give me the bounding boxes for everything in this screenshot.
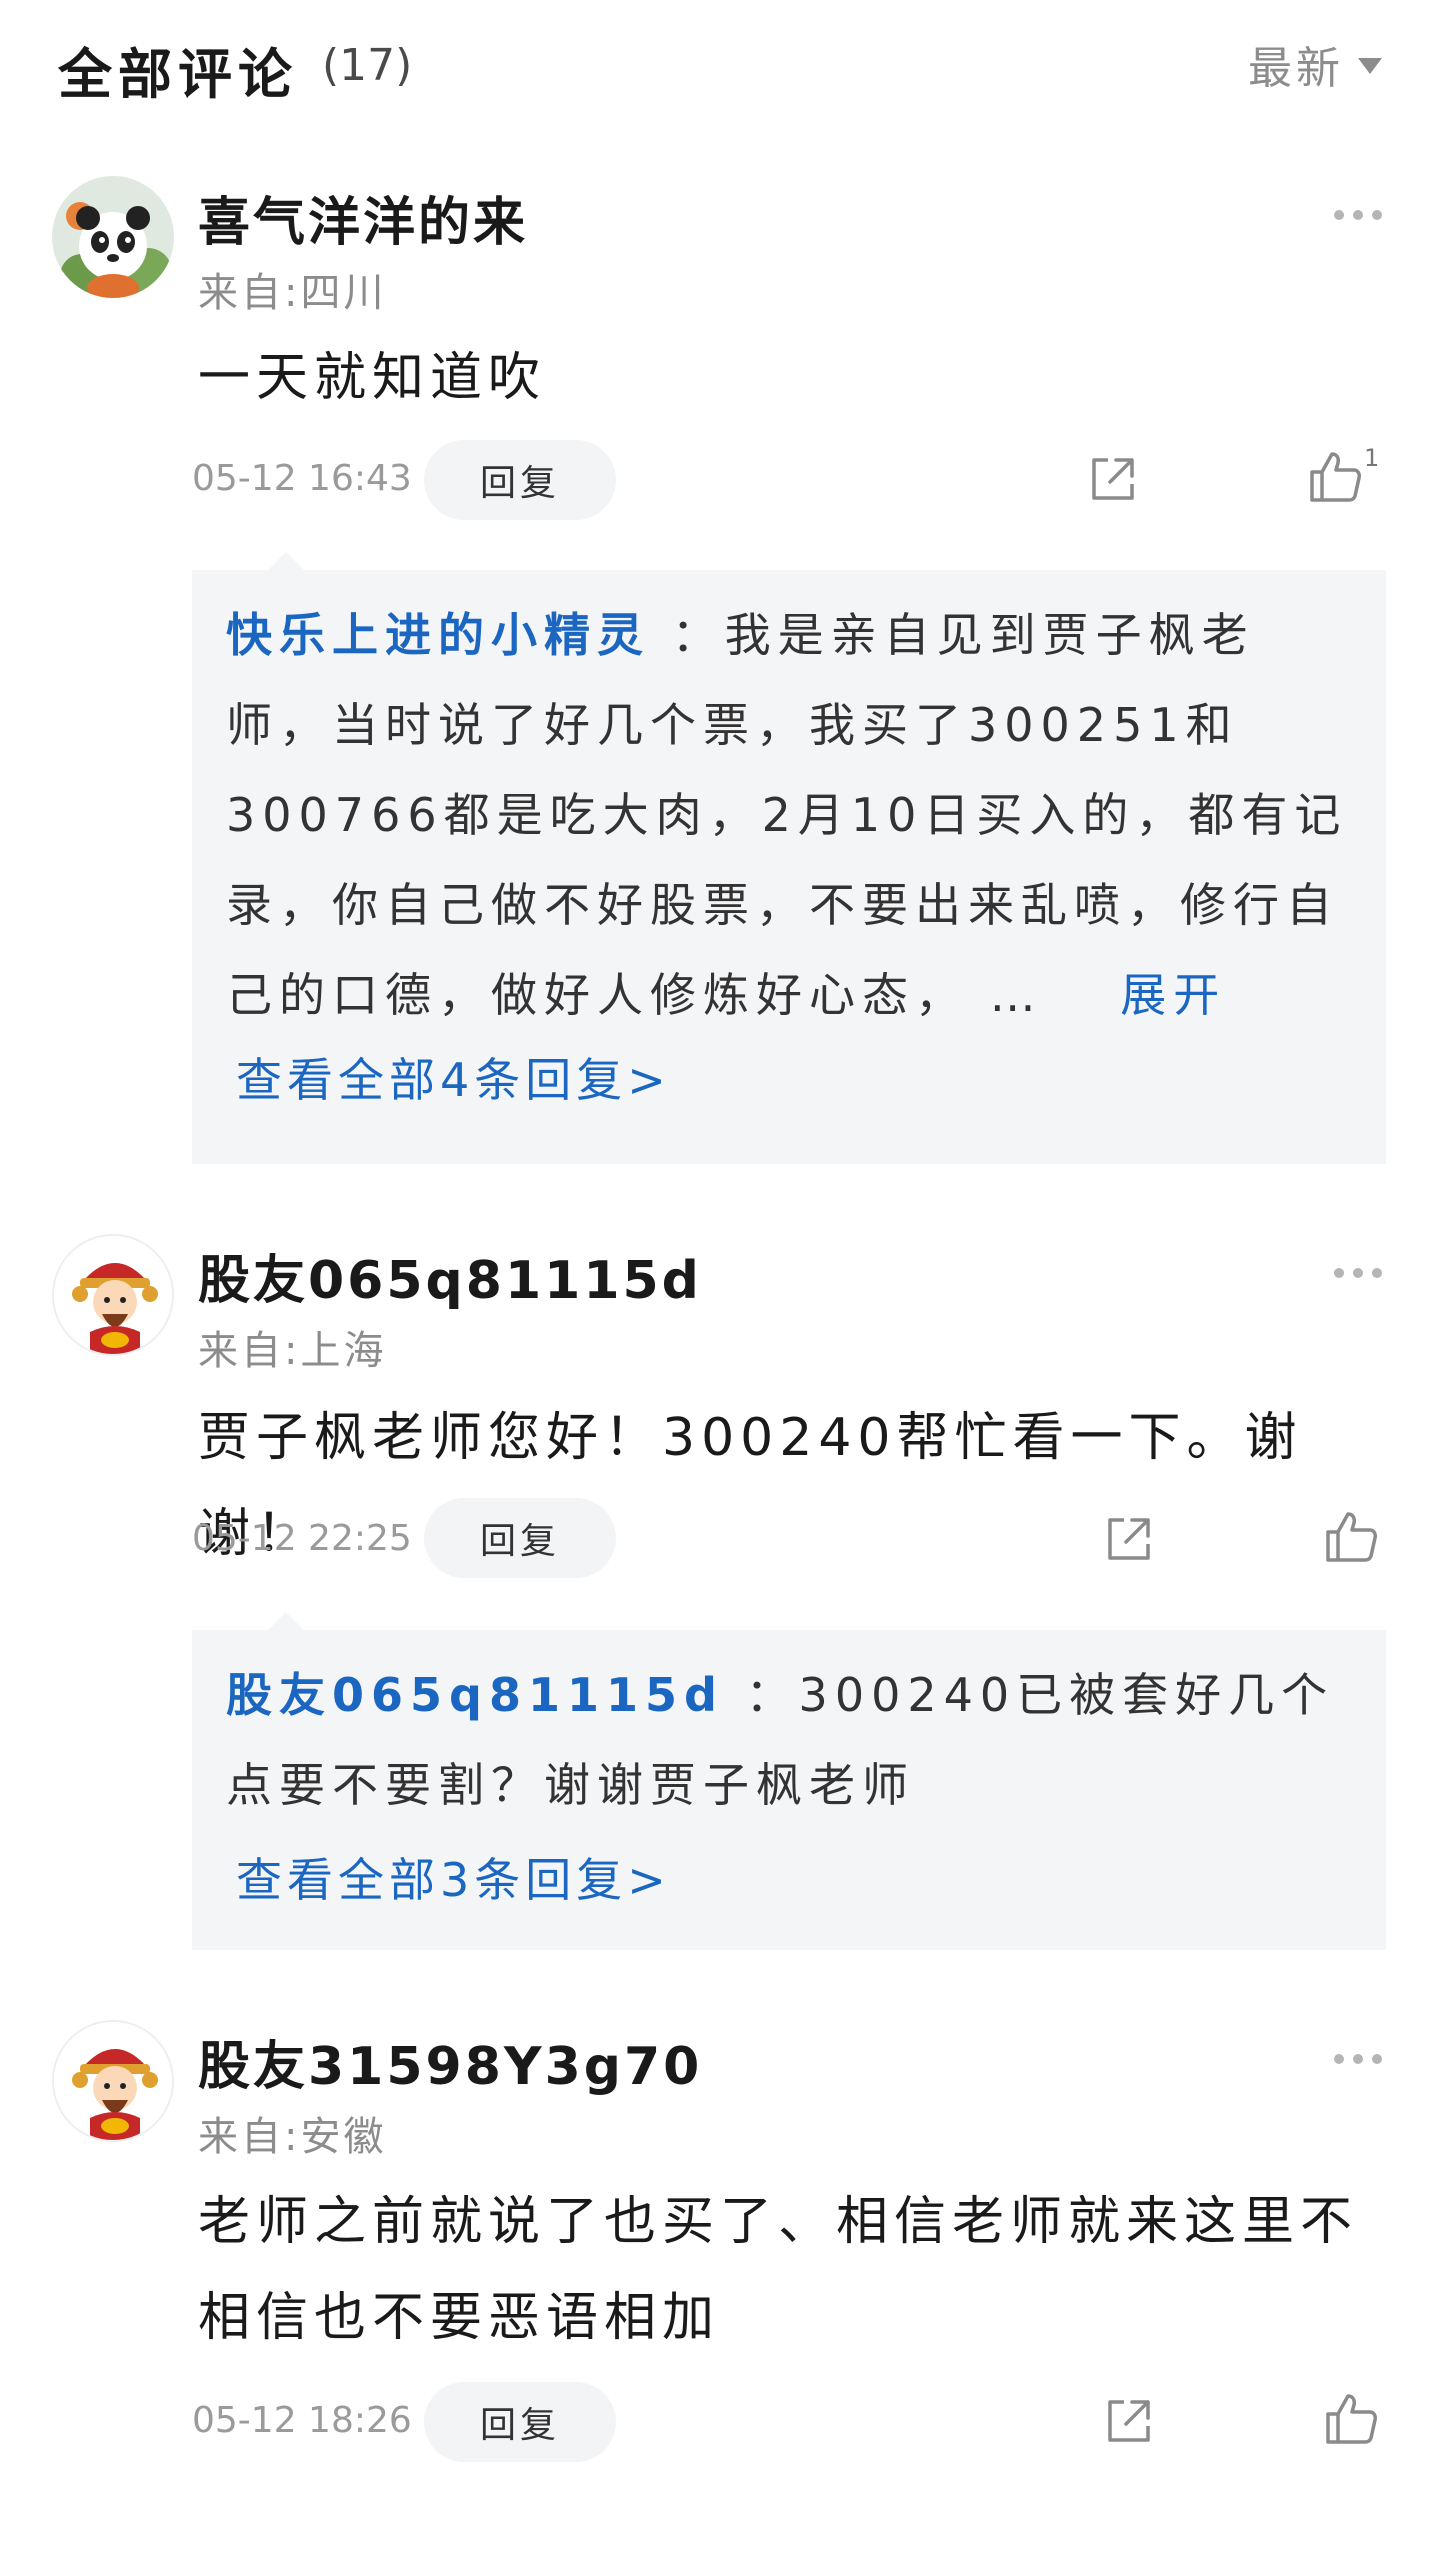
like-count: 1 — [1364, 444, 1380, 472]
reply-button[interactable]: 回复 — [424, 2382, 616, 2462]
sort-label: 最新 — [1248, 43, 1344, 94]
comment-date: 05-12 22:25 — [192, 1518, 412, 1559]
reply-text: 快乐上进的小精灵 ：我是亲自见到贾子枫老师，当时说了好几个票，我买了300251… — [226, 590, 1356, 1040]
caret-down-icon — [1358, 58, 1382, 74]
avatar[interactable] — [52, 176, 174, 298]
expand-link[interactable]: 展开 — [1120, 968, 1226, 1022]
comments-count: (17) — [322, 40, 413, 91]
comments-title: 全部评论 — [58, 43, 298, 106]
thumbs-up-icon[interactable] — [1322, 1508, 1380, 1566]
view-all-replies-link[interactable]: 查看全部3条回复> — [236, 1844, 671, 1910]
comment-text: 老师之前就说了也买了、相信老师就来这里不相信也不要恶语相加 — [198, 2192, 1359, 2348]
share-icon[interactable] — [1102, 1512, 1156, 1566]
comment-date: 05-12 16:43 — [192, 458, 412, 499]
reply-content: ：我是亲自见到贾子枫老师，当时说了好几个票，我买了300251和300766都是… — [226, 608, 1348, 1022]
avatar[interactable] — [52, 1234, 174, 1356]
username[interactable]: 股友065q81115d — [198, 1238, 702, 1313]
comment-text: 一天就知道吹 — [198, 348, 547, 408]
location: 来自:上海 — [198, 1328, 387, 1374]
reply-preview[interactable]: 股友065q81115d ：300240已被套好几个点要不要割？谢谢贾子枫老师 … — [192, 1612, 1386, 1950]
location: 来自:四川 — [198, 270, 387, 316]
more-icon[interactable] — [1334, 2054, 1382, 2064]
comments-header: 全部评论 (17) 最新 — [0, 0, 1440, 140]
thumbs-up-icon[interactable] — [1322, 2390, 1380, 2448]
more-icon[interactable] — [1334, 1268, 1382, 1278]
view-all-replies-link[interactable]: 查看全部4条回复> — [236, 1044, 671, 1110]
location: 来自:安徽 — [198, 2114, 387, 2160]
more-icon[interactable] — [1334, 210, 1382, 220]
share-icon[interactable] — [1086, 452, 1140, 506]
avatar[interactable] — [52, 2020, 174, 2142]
reply-username[interactable]: 股友065q81115d — [226, 1668, 724, 1722]
sort-dropdown[interactable]: 最新 — [1248, 32, 1382, 96]
share-icon[interactable] — [1102, 2394, 1156, 2448]
username[interactable]: 股友31598Y3g70 — [198, 2024, 702, 2099]
reply-text: 股友065q81115d ：300240已被套好几个点要不要割？谢谢贾子枫老师 — [226, 1650, 1356, 1830]
username[interactable]: 喜气洋洋的来 — [198, 180, 528, 255]
reply-preview[interactable]: 快乐上进的小精灵 ：我是亲自见到贾子枫老师，当时说了好几个票，我买了300251… — [192, 552, 1386, 1164]
reply-username[interactable]: 快乐上进的小精灵 — [226, 608, 650, 662]
comment-date: 05-12 18:26 — [192, 2400, 412, 2441]
thumbs-up-icon[interactable] — [1306, 448, 1364, 506]
reply-button[interactable]: 回复 — [424, 1498, 616, 1578]
reply-button[interactable]: 回复 — [424, 440, 616, 520]
